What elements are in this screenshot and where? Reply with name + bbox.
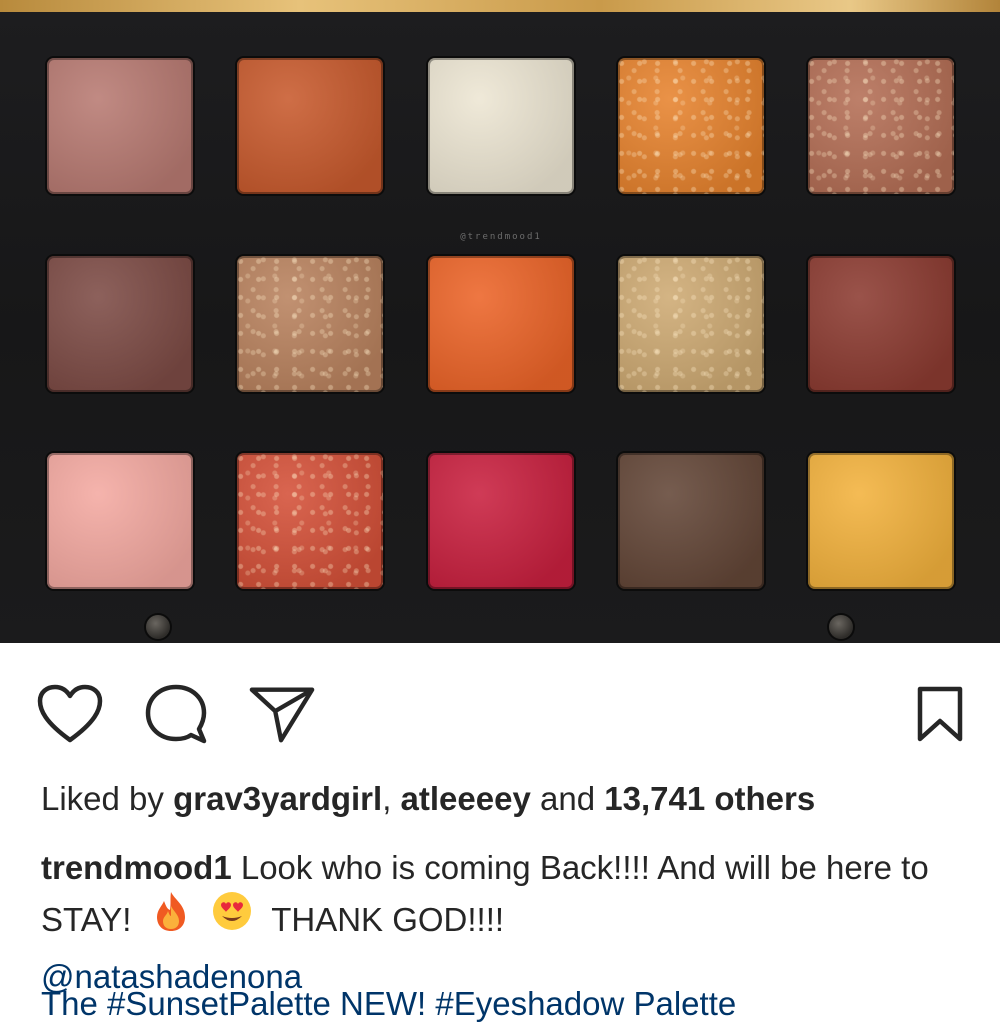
eyeshadow-pan (808, 256, 954, 392)
palette-gold-rim (0, 0, 1000, 12)
fire-emoji (151, 890, 191, 947)
liker-link-1[interactable]: grav3yardgirl (173, 780, 382, 817)
likes-summary: Liked by grav3yardgirl, atleeeey and 13,… (41, 780, 815, 818)
caption-username[interactable]: trendmood1 (41, 849, 232, 886)
eyeshadow-pan (237, 58, 383, 194)
heart-icon (37, 684, 103, 743)
comment-icon (145, 684, 207, 744)
comment-button[interactable] (142, 680, 210, 748)
bookmark-icon (917, 686, 963, 742)
liker-link-2[interactable]: atleeeey (401, 780, 531, 817)
post-caption: trendmood1 Look who is coming Back!!!! A… (41, 842, 971, 1003)
eyeshadow-pan (618, 256, 764, 392)
likes-middle: and (530, 780, 605, 817)
eyeshadow-pan (808, 58, 954, 194)
caption-text-2: THANK GOD!!!! (262, 901, 505, 939)
likes-prefix: Liked by (41, 780, 174, 817)
save-button[interactable] (906, 680, 974, 748)
likes-others-link[interactable]: 13,741 others (604, 780, 815, 817)
share-button[interactable] (248, 680, 316, 748)
action-bar (0, 680, 1000, 748)
caption-continuation: The #SunsetPalette NEW! #Eyeshadow Palet… (41, 985, 737, 1022)
eyeshadow-pan (47, 256, 193, 392)
palette-magnet-right (829, 615, 853, 639)
photo-watermark: @trendmood1 (460, 232, 542, 242)
eyeshadow-pan (428, 453, 574, 589)
post-photo[interactable]: @trendmood1 (0, 0, 1000, 643)
eyeshadow-pan (237, 256, 383, 392)
paper-plane-icon (249, 687, 315, 743)
eyeshadow-pan (47, 453, 193, 589)
heart-eyes-emoji (211, 890, 253, 947)
palette-magnet-left (146, 615, 170, 639)
eyeshadow-pan (428, 58, 574, 194)
like-button[interactable] (36, 680, 104, 748)
eyeshadow-pan (618, 453, 764, 589)
eyeshadow-pan (618, 58, 764, 194)
eyeshadow-pan (47, 58, 193, 194)
likes-separator: , (382, 780, 401, 817)
eyeshadow-pan (808, 453, 954, 589)
eyeshadow-pan (237, 453, 383, 589)
eyeshadow-pan (428, 256, 574, 392)
